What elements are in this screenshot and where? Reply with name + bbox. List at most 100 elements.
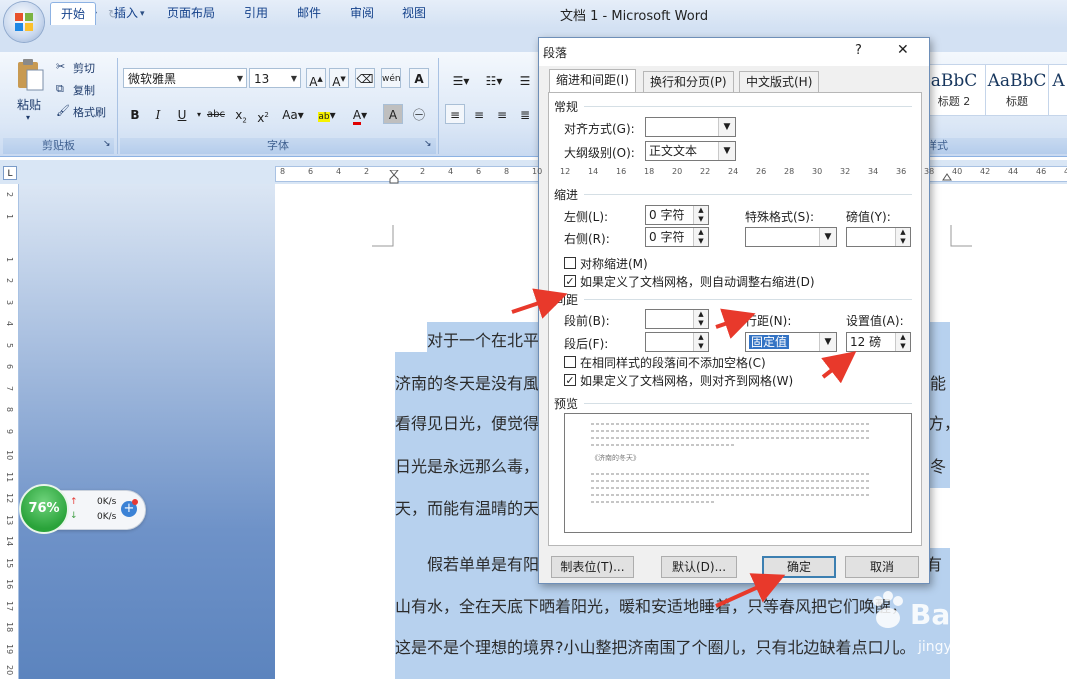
- no-space-same-style-label: 在相同样式的段落间不添加空格(C): [580, 356, 766, 370]
- auto-adjust-checkbox[interactable]: ✓: [564, 275, 576, 288]
- left-indent-spinner[interactable]: 0 字符 ▲ ▼: [645, 205, 709, 225]
- enclose-char-icon[interactable]: ㊀: [409, 104, 429, 124]
- clipboard-launcher-icon[interactable]: ↘: [103, 139, 111, 149]
- bullets-icon[interactable]: ☰▾: [447, 70, 475, 90]
- title-bar: [0, 0, 1067, 28]
- paste-button[interactable]: 粘贴: [17, 96, 41, 113]
- help-button[interactable]: ?: [855, 43, 862, 58]
- alignment-select[interactable]: ▼: [645, 117, 736, 137]
- tab-mailings[interactable]: 邮件: [297, 2, 321, 24]
- style-partial[interactable]: A: [1048, 64, 1067, 116]
- outline-level-select[interactable]: 正文文本 ▼: [645, 141, 736, 161]
- tabs-button[interactable]: 制表位(T)...: [551, 556, 634, 578]
- spinner-arrows-icon[interactable]: ▲ ▼: [895, 333, 910, 351]
- ruler-tick-label: 36: [896, 167, 907, 176]
- char-shading-icon[interactable]: A: [383, 104, 403, 124]
- ruler-tick-label: 8: [504, 167, 510, 176]
- space-before-spinner[interactable]: ▲ ▼: [645, 309, 709, 329]
- right-indent-spinner[interactable]: 0 字符 ▲ ▼: [645, 227, 709, 247]
- line-spacing-select[interactable]: 固定值 ▼: [745, 332, 837, 352]
- format-painter-icon[interactable]: 🖌: [56, 104, 70, 117]
- tab-review[interactable]: 审阅: [350, 2, 374, 24]
- memory-usage-ball[interactable]: 76%: [19, 484, 69, 534]
- phonetic-guide-icon[interactable]: wén: [381, 68, 401, 88]
- style-heading-2[interactable]: aBbC 标题 2: [922, 64, 986, 116]
- ruler-tick-label: 19: [5, 643, 14, 654]
- spinner-arrows-icon[interactable]: ▲ ▼: [693, 206, 708, 224]
- superscript-icon[interactable]: x2: [253, 104, 273, 125]
- font-launcher-icon[interactable]: ↘: [424, 139, 432, 149]
- tab-page-layout[interactable]: 页面布局: [167, 2, 215, 24]
- tab-references[interactable]: 引用: [244, 2, 268, 24]
- line-spacing-at-spinner[interactable]: 12 磅 ▲ ▼: [846, 332, 911, 352]
- ruler-tick-label: 10: [532, 167, 543, 176]
- numbering-icon[interactable]: ☷▾: [480, 70, 508, 90]
- mirror-indent-checkbox[interactable]: [564, 257, 576, 269]
- highlight-icon[interactable]: ab▾: [313, 104, 341, 124]
- special-indent-select[interactable]: ▼: [745, 227, 837, 247]
- ruler-tick-label: 18: [644, 167, 655, 176]
- group-separator: [117, 58, 118, 154]
- font-name-value: 微软雅黑: [128, 72, 177, 86]
- special-indent-label: 特殊格式(S):: [745, 210, 815, 224]
- line-spacing-label: 行距(N):: [745, 314, 792, 328]
- tab-insert[interactable]: 插入: [114, 2, 138, 24]
- format-painter-button[interactable]: 格式刷: [73, 104, 106, 120]
- copy-icon[interactable]: ⧉: [56, 82, 64, 96]
- tab-selector-icon[interactable]: L: [3, 166, 17, 180]
- spinner-arrows-icon[interactable]: ▲ ▼: [693, 310, 708, 328]
- italic-icon[interactable]: I: [148, 104, 168, 124]
- indent-by-spinner[interactable]: ▲ ▼: [846, 227, 911, 247]
- ruler-tick-label: 6: [476, 167, 482, 176]
- ruler-tick-label: 44: [1008, 167, 1019, 176]
- office-button[interactable]: [4, 2, 44, 42]
- ok-button[interactable]: 确定: [762, 556, 836, 578]
- ruler-tick-label: 16: [5, 579, 14, 590]
- tab-home[interactable]: 开始: [50, 2, 97, 25]
- align-center-icon[interactable]: ≡: [469, 104, 489, 124]
- style-title[interactable]: AaBbC 标题: [985, 64, 1049, 116]
- dialog-title-bar: [539, 38, 929, 66]
- document-line: 济南的冬天是没有風: [395, 374, 540, 393]
- tab-indents-spacing[interactable]: 缩进和间距(I): [549, 69, 636, 93]
- cut-icon[interactable]: ✂: [56, 60, 65, 73]
- strikethrough-icon[interactable]: abc: [206, 104, 226, 124]
- tab-asian-typography[interactable]: 中文版式(H): [739, 71, 820, 92]
- char-border-icon[interactable]: A: [409, 68, 429, 88]
- copy-button[interactable]: 复制: [73, 82, 95, 98]
- spinner-arrows-icon[interactable]: ▲ ▼: [895, 228, 910, 246]
- subscript-icon[interactable]: x2: [231, 104, 251, 124]
- no-space-same-style-checkbox[interactable]: [564, 356, 576, 368]
- multilevel-list-icon[interactable]: ☰: [513, 70, 537, 90]
- set-default-button[interactable]: 默认(D)...: [661, 556, 737, 578]
- section-divider: [584, 106, 912, 107]
- customize-qat-icon[interactable]: ▾: [140, 5, 145, 23]
- line-spacing-value: 固定值: [747, 334, 791, 350]
- space-after-spinner[interactable]: ▲ ▼: [645, 332, 709, 352]
- paste-dropdown-icon[interactable]: ▾: [26, 113, 30, 122]
- justify-icon[interactable]: ≣: [515, 104, 535, 124]
- cancel-button[interactable]: 取消: [845, 556, 919, 578]
- align-left-icon[interactable]: ≡: [445, 104, 465, 124]
- spinner-arrows-icon[interactable]: ▲ ▼: [693, 228, 708, 246]
- font-name-combo[interactable]: 微软雅黑 ▼: [123, 68, 247, 88]
- group-separator: [438, 58, 439, 154]
- clear-format-icon[interactable]: ⌫: [355, 68, 375, 88]
- font-size-combo[interactable]: 13 ▼: [249, 68, 301, 88]
- paste-icon[interactable]: [14, 58, 46, 92]
- tab-view[interactable]: 视图: [402, 2, 426, 24]
- snap-to-grid-checkbox[interactable]: ✓: [564, 374, 576, 387]
- tab-line-page-breaks[interactable]: 换行和分页(P): [643, 71, 734, 92]
- bold-icon[interactable]: B: [125, 104, 145, 124]
- close-button[interactable]: ✕: [897, 42, 909, 58]
- spinner-arrows-icon[interactable]: ▲ ▼: [693, 333, 708, 351]
- align-right-icon[interactable]: ≡: [492, 104, 512, 124]
- ruler-tick-label: 1: [5, 256, 14, 262]
- grow-font-icon[interactable]: A▲: [306, 68, 326, 89]
- font-color-icon[interactable]: A▾: [346, 104, 374, 125]
- right-indent-label: 右侧(R):: [564, 232, 610, 246]
- ruler-tick-label: 42: [980, 167, 991, 176]
- shrink-font-icon[interactable]: A▼: [329, 68, 349, 89]
- change-case-icon[interactable]: Aa▾: [279, 104, 307, 124]
- cut-button[interactable]: 剪切: [73, 60, 95, 76]
